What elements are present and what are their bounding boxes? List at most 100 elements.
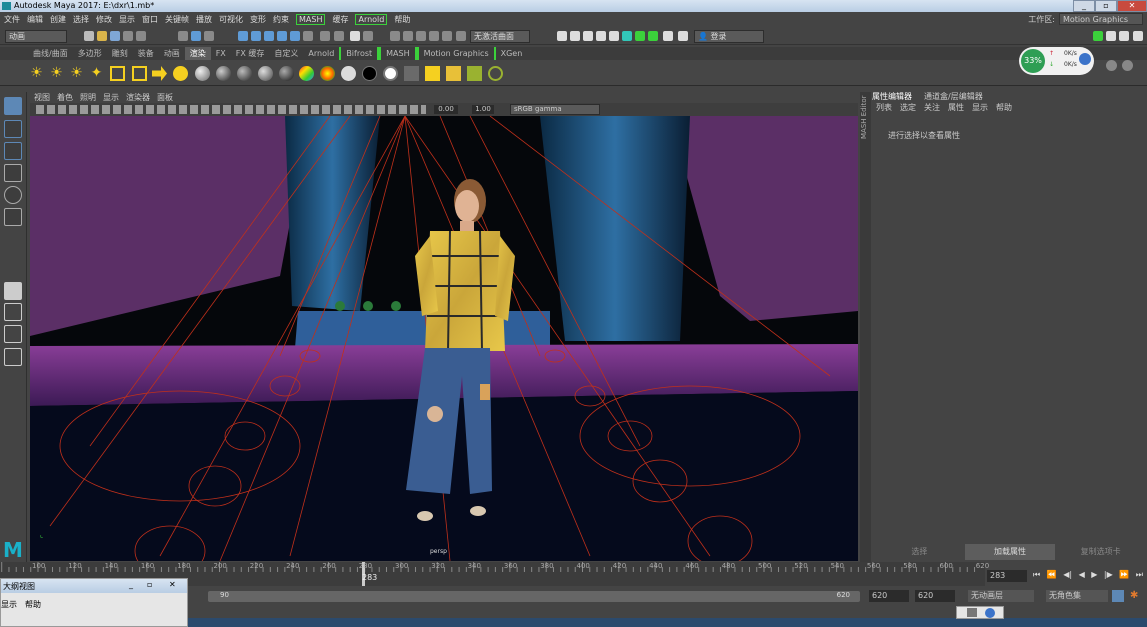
- play-back-icon[interactable]: ◀: [1079, 570, 1085, 582]
- ambient-light-icon[interactable]: ☀: [29, 66, 44, 81]
- menu-display[interactable]: 显示: [119, 14, 135, 25]
- menu-visualize[interactable]: 可视化: [219, 14, 243, 25]
- vp-menu-show[interactable]: 显示: [103, 92, 119, 103]
- light-editor-icon[interactable]: [456, 31, 466, 41]
- tab-channel-box[interactable]: 通道盒/层编辑器: [924, 91, 983, 102]
- character-controls-icon[interactable]: [635, 31, 645, 41]
- save-scene-icon[interactable]: [110, 31, 120, 41]
- layout-toggle-2-icon[interactable]: [1106, 31, 1116, 41]
- four-view-layout-icon[interactable]: [4, 303, 22, 321]
- ipr-render-icon[interactable]: [403, 31, 413, 41]
- attr-menu-help[interactable]: 帮助: [996, 102, 1012, 113]
- vp-menu-renderer[interactable]: 渲染器: [126, 92, 150, 103]
- menu-windows[interactable]: 窗口: [142, 14, 158, 25]
- undo-icon[interactable]: [123, 31, 133, 41]
- step-forward-key-icon[interactable]: ⏩: [1119, 570, 1129, 582]
- redo-icon[interactable]: [136, 31, 146, 41]
- ramp-shader-icon[interactable]: [299, 66, 314, 81]
- go-to-start-icon[interactable]: ⏮: [1033, 570, 1040, 582]
- shelf-tab-fx-cache[interactable]: FX 缓存: [231, 47, 270, 60]
- anim-layer-dropdown[interactable]: 无动画层: [968, 590, 1034, 602]
- new-scene-icon[interactable]: [84, 31, 94, 41]
- paint-select-tool-icon[interactable]: [4, 142, 22, 160]
- hypershade-icon[interactable]: [429, 31, 439, 41]
- character-set-dropdown[interactable]: 无角色集: [1046, 590, 1108, 602]
- menu-arnold[interactable]: Arnold: [355, 14, 388, 25]
- render-target-icon[interactable]: [488, 66, 503, 81]
- close-button[interactable]: ✕: [1117, 0, 1147, 12]
- menu-edit[interactable]: 编辑: [27, 14, 43, 25]
- sidebar-toggle-1-icon[interactable]: [557, 31, 567, 41]
- menu-help[interactable]: 帮助: [394, 14, 410, 25]
- snap-surface-icon[interactable]: [290, 31, 300, 41]
- attr-menu-focus[interactable]: 关注: [924, 102, 940, 113]
- spot-light-icon[interactable]: ✦: [89, 66, 104, 81]
- ime-toolbar[interactable]: [956, 606, 1004, 619]
- attr-menu-show[interactable]: 显示: [972, 102, 988, 113]
- ipr-icon[interactable]: [425, 66, 440, 81]
- phong-sphere-icon[interactable]: [237, 66, 252, 81]
- shelf-tab-mash[interactable]: MASH: [379, 47, 417, 60]
- black-sphere-icon[interactable]: [362, 66, 377, 81]
- keyboard-icon[interactable]: [967, 608, 977, 617]
- minimize-button[interactable]: _: [1073, 0, 1095, 12]
- shelf-tab-curves[interactable]: 曲线/曲面: [28, 47, 73, 60]
- range-end-field[interactable]: 620: [869, 590, 909, 602]
- menu-playback[interactable]: 播放: [196, 14, 212, 25]
- shelf-tab-animation[interactable]: 动画: [159, 47, 185, 60]
- shelf-tab-fx[interactable]: FX: [211, 47, 231, 60]
- snap-grid-icon[interactable]: [238, 31, 248, 41]
- construction-history-icon[interactable]: [334, 31, 344, 41]
- vp-menu-shading[interactable]: 着色: [57, 92, 73, 103]
- point-light-icon[interactable]: ☀: [69, 66, 84, 81]
- vp-menu-panels[interactable]: 面板: [157, 92, 173, 103]
- shelf-tab-bifrost[interactable]: Bifrost: [339, 47, 380, 60]
- menu-deform[interactable]: 变形: [250, 14, 266, 25]
- tab-attribute-editor[interactable]: 属性编辑器: [872, 91, 912, 102]
- two-view-layout-icon[interactable]: [4, 325, 22, 343]
- step-back-frame-icon[interactable]: ◀|: [1063, 570, 1072, 582]
- channel-box-toggle-icon[interactable]: [648, 31, 658, 41]
- render-icon[interactable]: [404, 66, 419, 81]
- magnet-icon[interactable]: [363, 31, 373, 41]
- scale-tool-icon[interactable]: [4, 208, 22, 226]
- load-attributes-button[interactable]: 加载属性: [964, 544, 1056, 560]
- menu-create[interactable]: 创建: [50, 14, 66, 25]
- current-frame-field[interactable]: 283: [987, 570, 1027, 582]
- shelf-tab-sculpt[interactable]: 雕刻: [107, 47, 133, 60]
- layout-toggle-4-icon[interactable]: [1133, 31, 1143, 41]
- snap-curve-icon[interactable]: [251, 31, 261, 41]
- shelf-options-icon[interactable]: [1122, 60, 1133, 71]
- shelf-tab-xgen[interactable]: XGen: [496, 47, 528, 60]
- menu-modify[interactable]: 修改: [96, 14, 112, 25]
- modeling-toolkit-icon[interactable]: [622, 31, 632, 41]
- render-settings-shelf-icon[interactable]: [446, 66, 461, 81]
- use-background-icon[interactable]: [341, 66, 356, 81]
- help-icon[interactable]: [985, 608, 995, 618]
- outliner-close-button[interactable]: ✕: [169, 580, 176, 589]
- workspace-dropdown[interactable]: Motion Graphics: [1059, 13, 1143, 25]
- outliner-menu-show[interactable]: 显示: [1, 599, 17, 610]
- directional-light-icon[interactable]: ☀: [49, 66, 64, 81]
- sidebar-toggle-2-icon[interactable]: [570, 31, 580, 41]
- snap-point-icon[interactable]: [264, 31, 274, 41]
- color-space-dropdown[interactable]: sRGB gamma: [510, 104, 600, 115]
- move-tool-icon[interactable]: [4, 164, 22, 182]
- login-dropdown[interactable]: 👤 登录: [694, 30, 764, 43]
- select-button[interactable]: 选择: [874, 544, 965, 560]
- outliner-minimize-button[interactable]: _: [129, 580, 133, 589]
- exposure-field[interactable]: 0.00: [434, 105, 458, 114]
- render-view-icon[interactable]: [442, 31, 452, 41]
- history-icon[interactable]: [320, 31, 330, 41]
- sidebar-toggle-5-icon[interactable]: [609, 31, 619, 41]
- outliner-maximize-button[interactable]: ▫: [147, 580, 152, 589]
- sidebar-toggle-3-icon[interactable]: [583, 31, 593, 41]
- anisotropic-sphere-icon[interactable]: [279, 66, 294, 81]
- step-forward-frame-icon[interactable]: |▶: [1104, 570, 1113, 582]
- single-view-layout-icon[interactable]: [4, 282, 22, 300]
- menu-mash[interactable]: MASH: [296, 14, 326, 25]
- auto-key-icon[interactable]: [1112, 590, 1124, 602]
- attr-menu-selected[interactable]: 选定: [900, 102, 916, 113]
- blinn-sphere-icon[interactable]: [216, 66, 231, 81]
- phonge-sphere-icon[interactable]: [258, 66, 273, 81]
